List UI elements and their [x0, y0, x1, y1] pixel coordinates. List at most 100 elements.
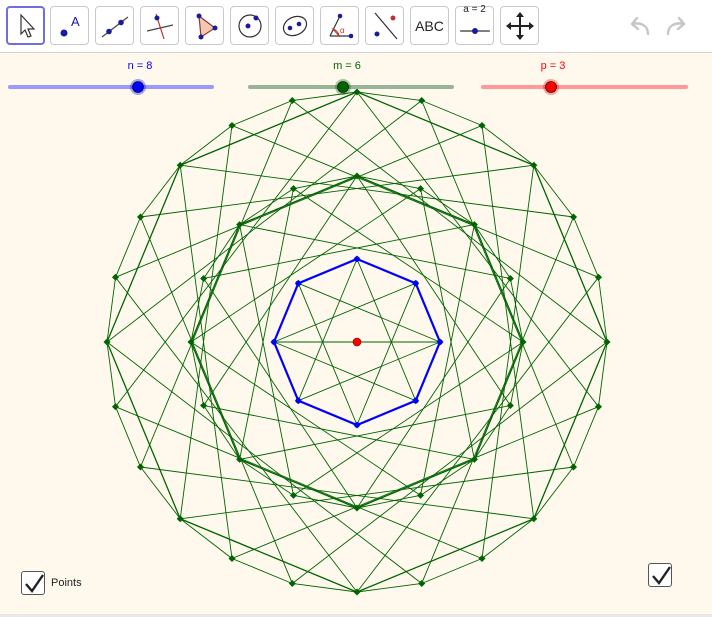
string-chord	[180, 164, 574, 218]
ring-edge	[179, 518, 233, 559]
svg-text:A: A	[71, 14, 80, 29]
string-chord	[356, 278, 511, 509]
ring-edge	[190, 278, 205, 343]
points-checkbox[interactable]	[21, 571, 45, 595]
ring-point	[111, 273, 120, 281]
text-icon: ABC	[415, 17, 444, 34]
string-chord	[420, 188, 475, 460]
ring-point	[200, 401, 208, 410]
string-chord	[292, 100, 608, 343]
ring-chord-major	[473, 341, 524, 460]
move-tool-button[interactable]	[6, 6, 45, 45]
string-chord	[292, 341, 608, 584]
ring-chord-major	[190, 341, 241, 460]
string-chord	[203, 405, 475, 460]
string-chord	[179, 125, 233, 519]
string-chord	[239, 224, 511, 279]
string-chord	[356, 91, 599, 407]
points-checkbox-label: Points	[51, 577, 82, 589]
string-chord	[179, 165, 233, 559]
string-chord	[115, 125, 483, 278]
ring-point	[603, 338, 611, 346]
ring-point	[228, 554, 236, 563]
ring-chord-major	[106, 164, 181, 343]
slider-icon-label: a = 2	[463, 4, 486, 15]
center-point	[352, 337, 362, 347]
ring-chord-major	[533, 164, 608, 343]
ring-point	[228, 121, 236, 130]
ring-edge	[293, 175, 358, 190]
undo-button[interactable]	[624, 12, 654, 40]
string-chord	[420, 224, 475, 496]
string-chord	[231, 125, 599, 278]
ring-chord-major	[239, 175, 358, 226]
string-chord	[231, 406, 599, 559]
point-tool-button[interactable]: A	[50, 6, 89, 45]
redo-button[interactable]	[662, 12, 692, 40]
string-chord	[203, 175, 358, 406]
ring-point	[289, 185, 298, 193]
ring-chord-major	[473, 224, 524, 343]
circle-tool-button[interactable]	[230, 6, 269, 45]
polygon-tool-button[interactable]	[185, 6, 224, 45]
ring-point	[288, 96, 296, 105]
ring-edge	[293, 494, 358, 509]
string-chord	[203, 278, 358, 509]
ring-chord-major	[239, 458, 358, 509]
angle-tool-button[interactable]: α	[320, 6, 359, 45]
ring-point	[418, 96, 426, 105]
string-chord	[481, 165, 535, 559]
cursor-arrow-icon	[19, 12, 35, 38]
ring-chord-major	[356, 518, 535, 593]
svg-text:α: α	[340, 26, 345, 35]
graphics-view[interactable]: n = 8 m = 6 p = 3 Points	[0, 53, 712, 615]
string-chord	[140, 100, 293, 468]
string-chord	[356, 175, 511, 406]
text-tool-button[interactable]: ABC	[410, 6, 449, 45]
reflect-tool-button[interactable]	[365, 6, 404, 45]
ring-edge	[533, 164, 574, 218]
line-through-points-icon	[101, 16, 128, 37]
ring-edge	[533, 466, 574, 520]
polygon-icon	[196, 13, 217, 39]
string-chord	[115, 91, 358, 407]
line-tool-button[interactable]	[95, 6, 134, 45]
slider-tool-button[interactable]: a = 2	[455, 4, 494, 47]
angle-icon: α	[328, 13, 353, 38]
ring-point	[478, 121, 486, 130]
ring-point	[594, 273, 603, 281]
slider-icon: a = 2	[459, 4, 491, 47]
ring-chord-major	[533, 341, 608, 520]
move-graphics-view-icon	[505, 11, 534, 40]
ring-edge	[179, 125, 233, 166]
move-graphics-tool-button[interactable]	[500, 6, 539, 45]
slider-p-label: p = 3	[540, 60, 566, 72]
string-chord	[190, 341, 421, 496]
polygon-vertex	[412, 397, 419, 404]
ring-edge	[140, 164, 181, 218]
string-chord	[106, 100, 422, 343]
string-chord	[239, 405, 511, 460]
conic-tool-button[interactable]	[275, 6, 314, 45]
ring-point	[136, 463, 145, 471]
ring-point	[176, 161, 184, 169]
string-chord	[140, 466, 534, 520]
ring-point	[478, 554, 486, 563]
ring-edge	[356, 494, 421, 509]
polygon-vertex	[295, 280, 302, 287]
string-chord	[180, 466, 574, 520]
perpendicular-line-tool-button[interactable]	[140, 6, 179, 45]
string-chord	[421, 216, 574, 584]
reflect-about-line-icon	[374, 12, 397, 39]
ring-point	[176, 515, 184, 523]
string-chord	[115, 406, 483, 559]
ring-point	[506, 274, 514, 283]
string-chord	[239, 188, 294, 460]
string-chord	[293, 188, 524, 343]
string-chord	[140, 164, 534, 218]
ring-chord-major	[106, 341, 181, 520]
secondary-checkbox[interactable]	[648, 563, 672, 587]
checkmark-icon	[25, 574, 44, 593]
string-chord	[106, 341, 422, 584]
ring-chord-major	[356, 175, 475, 226]
